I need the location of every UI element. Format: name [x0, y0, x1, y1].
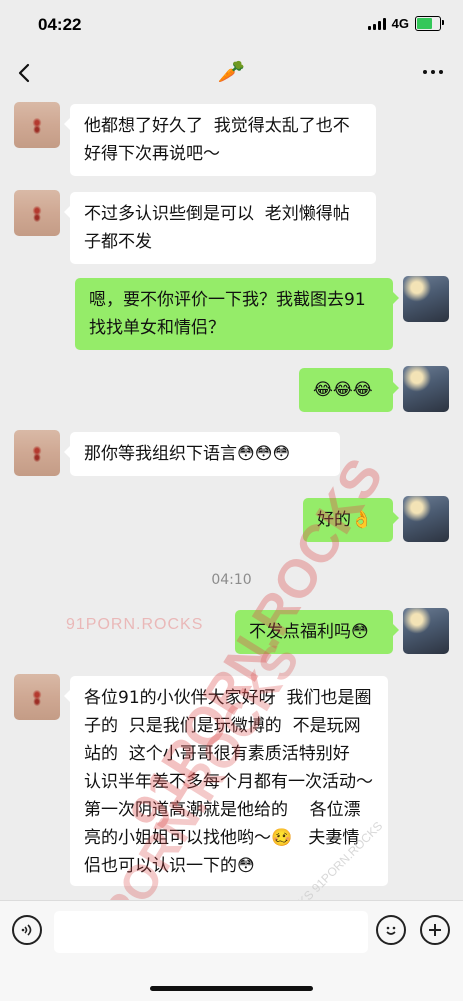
chat-title: 🥕: [217, 60, 246, 85]
message-bubble[interactable]: 那你等我组织下语言😳😳😳: [64, 432, 340, 476]
chat-header: 🥕: [0, 48, 463, 100]
message-bubble[interactable]: 不过多认识些倒是可以 老刘懒得帖子都不发: [64, 192, 376, 264]
my-avatar[interactable]: [403, 276, 449, 322]
contact-avatar[interactable]: [14, 190, 60, 236]
voice-icon[interactable]: [12, 915, 42, 945]
message-bubble[interactable]: 他都想了好久了 我觉得太乱了也不好得下次再说吧～: [64, 104, 376, 176]
contact-avatar[interactable]: [14, 674, 60, 720]
more-dots-icon[interactable]: [423, 70, 443, 74]
signal-icon: [367, 17, 386, 30]
message-input[interactable]: [54, 911, 368, 953]
message-bubble[interactable]: 嗯，要不你评价一下我？我截图去91找找单女和情侣？: [75, 278, 399, 350]
message-bubble[interactable]: 😂😂😂: [299, 368, 399, 412]
my-avatar[interactable]: [403, 608, 449, 654]
watermark-small: 91PORN.ROCKS: [66, 616, 204, 633]
network-type: 4G: [391, 16, 409, 31]
battery-icon: [415, 16, 444, 31]
contact-avatar[interactable]: [14, 102, 60, 148]
timestamp-divider: 04:10: [211, 572, 252, 588]
emoji-icon[interactable]: [376, 915, 406, 945]
my-avatar[interactable]: [403, 496, 449, 542]
my-avatar[interactable]: [403, 366, 449, 412]
plus-icon[interactable]: [420, 915, 450, 945]
status-bar: 04:22 4G: [0, 0, 463, 48]
status-indicators: 4G: [367, 16, 444, 31]
contact-avatar[interactable]: [14, 430, 60, 476]
home-indicator: [150, 986, 313, 991]
status-time: 04:22: [38, 15, 82, 34]
